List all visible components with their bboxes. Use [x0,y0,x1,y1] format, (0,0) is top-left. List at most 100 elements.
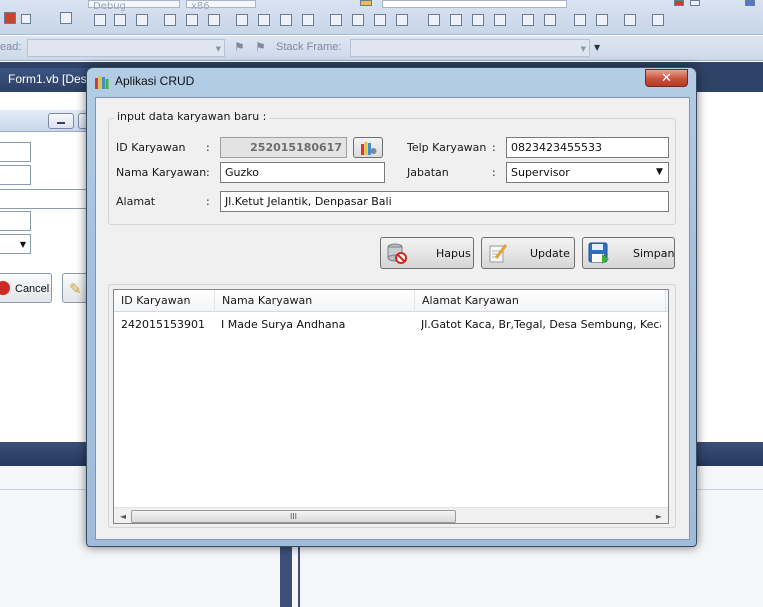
jabatan-label: Jabatan [407,166,449,179]
save-floppy-icon [588,242,609,264]
horizontal-scrollbar[interactable]: ◄ III ► [114,507,668,523]
alamat-input[interactable]: Jl.Ketut Jelantik, Denpasar Bali [220,191,669,212]
v-spacing-increase-icon[interactable] [450,14,462,26]
grip-icon: III [289,512,298,521]
h-spacing-equal-icon[interactable] [330,14,342,26]
toolbar-overflow-icon[interactable]: ▼ [594,44,604,54]
same-height-icon[interactable] [258,14,270,26]
h-spacing-decrease-icon[interactable] [374,14,386,26]
chevron-down-icon: ▼ [19,240,26,249]
tab-order-icon[interactable] [624,14,636,26]
document-tab-form1[interactable]: Form1.vb [Des [0,68,96,90]
pencil-icon: ✎ [69,280,82,298]
nama-karyawan-colon: : [206,166,210,179]
v-spacing-decrease-icon[interactable] [472,14,484,26]
designer-textbox-4[interactable] [0,211,31,231]
id-karyawan-field: 252015180617 [220,137,347,158]
close-icon: ✕ [661,71,672,86]
v-spacing-remove-icon[interactable] [494,14,506,26]
dropdown-arrow-icon[interactable] [21,14,31,24]
update-button[interactable]: Update [481,237,575,269]
lock-controls-icon[interactable] [652,14,664,26]
jabatan-selected-value: Supervisor [511,166,570,179]
flag-all-icon[interactable]: ⚑ [255,41,267,54]
designer-cancel-button[interactable]: Cancel [0,273,52,303]
crud-dialog-window: Aplikasi CRUD ✕ input data karyawan baru… [86,67,697,547]
find-combo[interactable] [382,0,567,8]
ide-standard-toolbar: Debug x86 [0,0,763,35]
designer-textbox-1[interactable] [0,142,31,162]
h-spacing-increase-icon[interactable] [352,14,364,26]
scroll-left-icon[interactable]: ◄ [117,511,129,522]
chevron-down-icon[interactable]: ▼ [651,163,668,182]
same-size-icon[interactable] [302,14,314,26]
telp-karyawan-colon: : [492,141,496,154]
send-to-back-icon[interactable] [596,14,608,26]
scroll-right-icon[interactable]: ► [653,511,665,522]
id-karyawan-colon: : [206,141,210,154]
solution-config-value: Debug [93,1,126,12]
stack-frame-combo[interactable]: ▼ [350,39,590,57]
column-header-nama[interactable]: Nama Karyawan [215,290,415,312]
generate-id-button[interactable] [353,137,383,158]
hapus-button[interactable]: Hapus [380,237,474,269]
toolbar-icon-1[interactable] [4,12,16,24]
cancel-icon [0,281,10,295]
align-right-icon[interactable] [136,14,148,26]
same-width-icon[interactable] [236,14,248,26]
designer-combo[interactable]: ▼ [0,234,31,254]
column-header-alamat[interactable]: Alamat Karyawan [415,290,666,312]
id-karyawan-label: ID Karyawan [116,141,186,154]
flag-icon[interactable]: ⚑ [234,41,246,54]
dialog-title: Aplikasi CRUD [115,74,195,88]
align-center-icon[interactable] [114,14,126,26]
books-app-icon [95,76,109,89]
align-top-icon[interactable] [164,14,176,26]
groupbox-title: input data karyawan baru : [114,110,270,123]
alamat-value: Jl.Ketut Jelantik, Denpasar Bali [225,195,392,208]
center-vertically-icon[interactable] [544,14,556,26]
column-header-id[interactable]: ID Karyawan [114,290,215,312]
align-middle-icon[interactable] [186,14,198,26]
telp-karyawan-input[interactable]: 0823423455533 [506,137,669,158]
cell-alamat: Jl.Gatot Kaca, Br,Tegal, Desa Sembung, K… [421,318,661,331]
ide-debug-location-toolbar: ead: ▼ ⚑ ⚑ Stack Frame: ▼ ▼ [0,36,763,61]
window-icon[interactable] [745,0,755,6]
designer-textbox-2[interactable] [0,165,31,185]
jabatan-colon: : [492,166,496,179]
center-horizontally-icon[interactable] [522,14,534,26]
simpan-button[interactable]: Simpan [582,237,675,269]
chevron-down-icon: ▼ [580,45,586,53]
bring-to-front-icon[interactable] [574,14,586,26]
toolbar-icon-2[interactable] [60,12,72,24]
books-icon [361,142,377,155]
properties-icon[interactable] [690,0,700,6]
thread-label: ead: [0,41,22,53]
h-spacing-remove-icon[interactable] [396,14,408,26]
designer-textbox-3[interactable] [0,189,90,209]
scrollbar-thumb[interactable]: III [131,510,456,523]
v-spacing-equal-icon[interactable] [428,14,440,26]
telp-karyawan-value: 0823423455533 [511,141,602,154]
folder-icon[interactable] [360,0,372,6]
solution-platform-combo[interactable]: x86 [186,0,256,12]
cancel-label: Cancel [15,283,50,295]
size-to-grid-icon[interactable] [280,14,292,26]
id-karyawan-value: 252015180617 [250,141,342,154]
designer-minimize-button[interactable] [48,113,74,129]
splitter-gap [292,541,298,607]
align-bottom-icon[interactable] [208,14,220,26]
thread-combo[interactable]: ▼ [27,39,225,57]
jabatan-select[interactable]: Supervisor ▼ [506,162,669,183]
karyawan-listview[interactable]: ID Karyawan Nama Karyawan Alamat Karyawa… [113,289,669,524]
simpan-label: Simpan [633,247,675,260]
telp-karyawan-label: Telp Karyawan [407,141,487,154]
update-label: Update [530,247,570,260]
nama-karyawan-input[interactable]: Guzko [220,162,385,183]
close-button[interactable]: ✕ [645,69,688,87]
align-left-icon[interactable] [94,14,106,26]
solution-config-combo[interactable]: Debug [88,0,180,12]
close-red-icon[interactable] [674,0,684,6]
nama-karyawan-label: Nama Karyawan [116,166,207,179]
cell-id: 242015153901 [121,318,205,331]
